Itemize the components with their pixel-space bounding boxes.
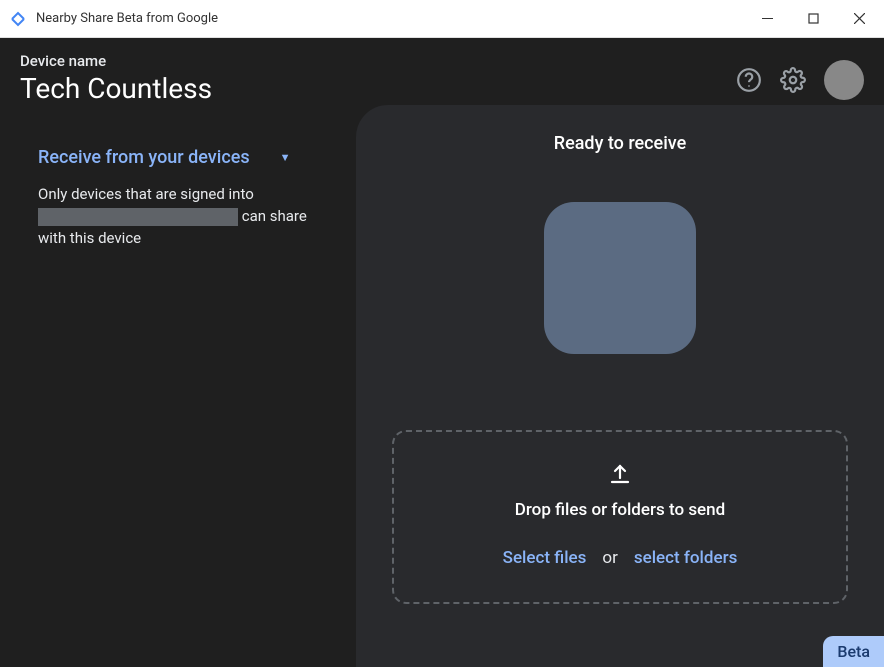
device-tile[interactable]: [544, 202, 696, 354]
header: Device name Tech Countless: [0, 38, 884, 105]
upload-icon: [608, 462, 632, 490]
select-folders-link[interactable]: select folders: [634, 548, 737, 568]
redacted-email: [38, 208, 238, 226]
settings-button[interactable]: [780, 67, 806, 93]
drop-text: Drop files or folders to send: [515, 500, 725, 520]
minimize-button[interactable]: [744, 0, 790, 38]
desc-prefix: Only devices that are signed into: [38, 185, 254, 203]
receive-mode-description: Only devices that are signed into can sh…: [38, 184, 324, 249]
window-title: Nearby Share Beta from Google: [36, 11, 744, 26]
select-files-link[interactable]: Select files: [503, 548, 587, 568]
help-button[interactable]: [736, 67, 762, 93]
account-avatar[interactable]: [824, 60, 864, 100]
window-controls: [744, 0, 882, 38]
dropzone[interactable]: Drop files or folders to send Select fil…: [392, 430, 848, 604]
maximize-button[interactable]: [790, 0, 836, 38]
ready-title: Ready to receive: [554, 133, 687, 154]
close-button[interactable]: [836, 0, 882, 38]
app-body: Device name Tech Countless Receive from …: [0, 38, 884, 667]
header-left: Device name Tech Countless: [20, 52, 736, 105]
or-text: or: [602, 548, 617, 568]
app-icon: [10, 11, 26, 27]
main-panel: Ready to receive Drop files or folders t…: [356, 105, 884, 667]
body: Receive from your devices ▼ Only devices…: [0, 105, 884, 667]
device-name-value: Tech Countless: [20, 72, 736, 105]
select-row: Select files or select folders: [503, 548, 738, 568]
receive-mode-dropdown[interactable]: Receive from your devices ▼: [38, 147, 324, 168]
window-titlebar: Nearby Share Beta from Google: [0, 0, 884, 38]
sidebar: Receive from your devices ▼ Only devices…: [0, 105, 356, 667]
header-actions: [736, 60, 864, 100]
beta-badge: Beta: [823, 636, 884, 667]
chevron-down-icon: ▼: [280, 151, 291, 164]
device-name-label: Device name: [20, 52, 736, 70]
receive-mode-label: Receive from your devices: [38, 147, 250, 168]
